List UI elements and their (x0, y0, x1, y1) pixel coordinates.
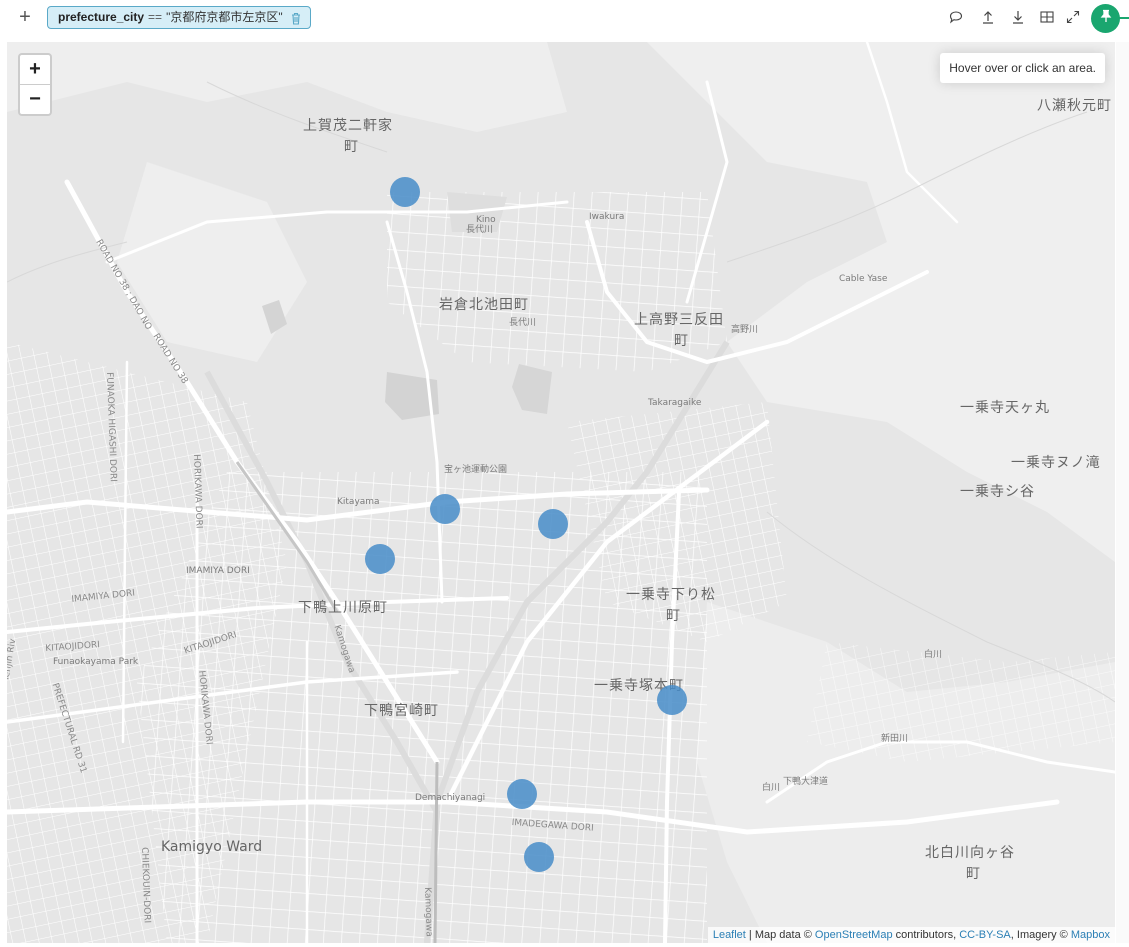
map-attribution: Leaflet | Map data © OpenStreetMap contr… (707, 927, 1115, 943)
info-box: Hover over or click an area. (940, 53, 1105, 83)
map-base (7, 42, 1115, 943)
upload-icon[interactable] (980, 9, 996, 25)
place-label: 下鴨上川原町 (298, 600, 388, 616)
filter-value: "京都府京都市左京区" (166, 10, 283, 24)
comment-icon[interactable] (948, 9, 964, 25)
place-label: 白川 (924, 650, 943, 660)
place-label: 上賀茂二軒家 (303, 118, 393, 134)
place-label: Iwakura (589, 212, 625, 222)
table-icon[interactable] (1039, 9, 1055, 25)
data-marker[interactable] (538, 509, 568, 539)
expand-icon[interactable] (1065, 9, 1081, 25)
place-label: Cable Yase (839, 274, 888, 284)
data-marker[interactable] (365, 544, 395, 574)
mapbox-link[interactable]: Mapbox (1071, 929, 1110, 941)
place-label: Funaokayama Park (53, 657, 139, 667)
place-label: 長代川 (466, 225, 494, 235)
license-link[interactable]: CC-BY-SA (959, 929, 1011, 941)
road-label: Kamogawa (422, 887, 434, 937)
place-label: 一乗寺ヌノ滝 (1011, 455, 1101, 471)
osm-link[interactable]: OpenStreetMap (815, 929, 893, 941)
attribution-text: , Imagery © (1010, 929, 1071, 941)
leaflet-link[interactable]: Leaflet (713, 929, 746, 941)
place-label: 白川 (762, 783, 781, 793)
toolbar: + prefecture_city == "京都府京都市左京区" (0, 0, 1129, 38)
data-marker[interactable] (507, 779, 537, 809)
data-marker[interactable] (657, 685, 687, 715)
place-label: Kino (476, 215, 496, 225)
place-label: 高野川 (731, 325, 759, 335)
place-label: Kamigyo Ward (161, 839, 263, 855)
zoom-out-button[interactable]: − (20, 84, 50, 114)
zoom-control: + − (18, 53, 52, 116)
pin-icon (1099, 9, 1113, 28)
filter-chip[interactable]: prefecture_city == "京都府京都市左京区" (47, 6, 311, 29)
place-label: 町 (966, 866, 981, 882)
place-label: 新田川 (881, 734, 909, 744)
pin-button[interactable] (1091, 4, 1120, 33)
attribution-text: | Map data © (745, 929, 815, 941)
place-label: 一乗寺下り松 (626, 587, 716, 603)
place-label: 八瀬秋元町 (1037, 98, 1112, 114)
place-label: 上高野三反田 (634, 312, 724, 328)
attribution-text: contributors, (892, 929, 960, 941)
place-label: 町 (666, 608, 681, 624)
trash-icon[interactable] (290, 11, 302, 25)
place-label: 町 (344, 139, 359, 155)
filter-operator: == (148, 10, 163, 24)
place-label: 一乗寺天ヶ丸 (960, 400, 1050, 416)
place-label: Demachiyanagi (415, 793, 486, 803)
scrollbar[interactable] (1116, 42, 1129, 943)
place-label: Takaragaike (648, 398, 702, 408)
filter-field: prefecture_city (58, 10, 145, 24)
place-label: 岩倉北池田町 (439, 297, 529, 313)
data-marker[interactable] (430, 494, 460, 524)
place-label: 北白川向ヶ谷 (925, 845, 1015, 861)
place-label: 一乗寺シ谷 (960, 484, 1035, 500)
add-filter-button[interactable]: + (14, 6, 36, 28)
place-label: IMAMIYA DORI (186, 566, 250, 576)
place-label: 町 (674, 333, 689, 349)
data-marker[interactable] (524, 842, 554, 872)
download-icon[interactable] (1010, 9, 1026, 25)
place-label: 長代川 (509, 318, 537, 328)
place-label: 宝ヶ池運動公園 (444, 465, 508, 475)
place-label: 下鴨大津道 (783, 777, 829, 787)
zoom-in-button[interactable]: + (20, 55, 50, 84)
place-label: 下鴨宮崎町 (364, 703, 439, 719)
pin-connector (1119, 17, 1129, 19)
map[interactable]: 上賀茂二軒家 町 岩倉北池田町 上高野三反田 町 八瀬秋元町 一乗寺天ヶ丸 一乗… (7, 42, 1115, 943)
data-marker[interactable] (390, 177, 420, 207)
place-label: Kitayama (337, 497, 380, 507)
